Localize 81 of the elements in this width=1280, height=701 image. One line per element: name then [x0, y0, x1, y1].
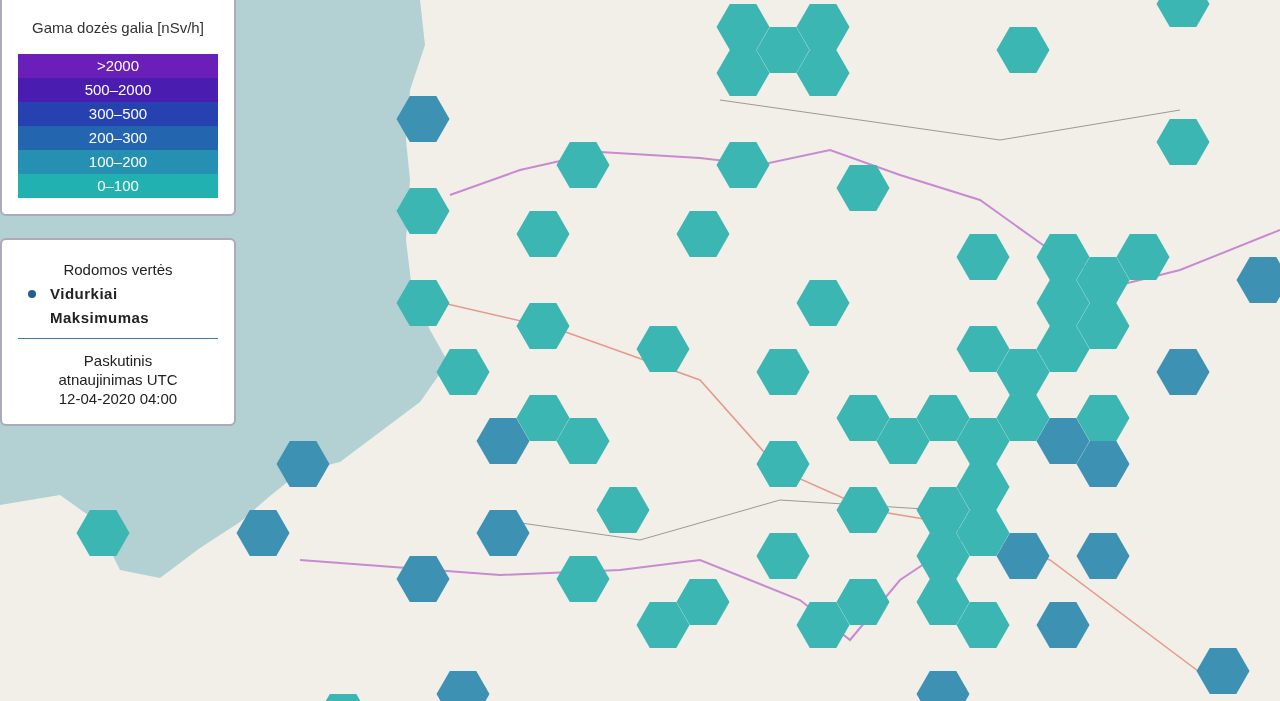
hexagon-marker[interactable]: [396, 280, 450, 326]
hexagon-marker[interactable]: [556, 418, 610, 464]
hexagon-marker[interactable]: [676, 211, 730, 257]
legend-band: 200–300: [18, 126, 218, 150]
hexagon-marker[interactable]: [916, 533, 970, 579]
hexagon-marker[interactable]: [916, 579, 970, 625]
hexagon-marker[interactable]: [996, 395, 1050, 441]
hexagon-marker[interactable]: [836, 165, 890, 211]
hexagon-marker[interactable]: [516, 211, 570, 257]
hexagon-marker[interactable]: [956, 418, 1010, 464]
hexagon-marker[interactable]: [476, 510, 530, 556]
hexagon-marker[interactable]: [396, 188, 450, 234]
hexagon-marker[interactable]: [796, 602, 850, 648]
hexagon-marker[interactable]: [1156, 349, 1210, 395]
hexagon-marker[interactable]: [516, 303, 570, 349]
hexagon-marker[interactable]: [436, 671, 490, 701]
hexagon-marker[interactable]: [1036, 234, 1090, 280]
hexagon-marker[interactable]: [1236, 257, 1280, 303]
hexagon-marker[interactable]: [1036, 602, 1090, 648]
hexagon-marker[interactable]: [276, 441, 330, 487]
hexagon-marker[interactable]: [956, 326, 1010, 372]
hexagon-marker[interactable]: [836, 487, 890, 533]
hexagon-marker[interactable]: [796, 50, 850, 96]
hexagon-marker[interactable]: [956, 234, 1010, 280]
hexagon-marker[interactable]: [476, 418, 530, 464]
hexagon-marker[interactable]: [396, 96, 450, 142]
hexagon-marker[interactable]: [556, 556, 610, 602]
hexagon-marker[interactable]: [636, 326, 690, 372]
hexagon-marker[interactable]: [436, 349, 490, 395]
hexagon-marker[interactable]: [836, 395, 890, 441]
hexagon-marker[interactable]: [756, 533, 810, 579]
legend-band: 0–100: [18, 174, 218, 198]
hexagon-marker[interactable]: [1076, 441, 1130, 487]
hexagon-marker[interactable]: [996, 533, 1050, 579]
hexagon-marker[interactable]: [596, 487, 650, 533]
hexagon-marker[interactable]: [916, 671, 970, 701]
hexagon-marker[interactable]: [1196, 648, 1250, 694]
hexagon-marker[interactable]: [516, 395, 570, 441]
hexagon-marker[interactable]: [956, 602, 1010, 648]
hexagon-marker[interactable]: [236, 510, 290, 556]
hexagon-marker[interactable]: [1076, 533, 1130, 579]
legend-title: Gama dozės galia [nSv/h]: [32, 18, 204, 38]
hexagon-marker[interactable]: [76, 510, 130, 556]
legend-band: 500–2000: [18, 78, 218, 102]
hexagon-marker[interactable]: [916, 487, 970, 533]
hexagon-marker[interactable]: [796, 4, 850, 50]
hexagon-marker[interactable]: [1036, 280, 1090, 326]
legend-band: 100–200: [18, 150, 218, 174]
hexagon-marker[interactable]: [1076, 395, 1130, 441]
hexagon-marker[interactable]: [716, 50, 770, 96]
legend-band: >2000: [18, 54, 218, 78]
hexagon-marker[interactable]: [996, 27, 1050, 73]
value-option[interactable]: Vidurkiai: [50, 282, 118, 306]
hexagon-marker[interactable]: [1116, 234, 1170, 280]
legend-band: 300–500: [18, 102, 218, 126]
hexagon-marker[interactable]: [836, 579, 890, 625]
hexagon-marker[interactable]: [1036, 418, 1090, 464]
hexagon-marker[interactable]: [796, 280, 850, 326]
hexagon-marker[interactable]: [876, 418, 930, 464]
hexagon-marker[interactable]: [716, 4, 770, 50]
hexagon-marker[interactable]: [916, 395, 970, 441]
hexagon-marker[interactable]: [636, 602, 690, 648]
update-time: 12-04-2020 04:00: [57, 389, 179, 408]
hexagon-marker[interactable]: [1156, 119, 1210, 165]
value-option[interactable]: Maksimumas: [50, 306, 150, 330]
panel-title: Rodomos vertės: [62, 260, 174, 280]
hexagon-marker[interactable]: [996, 349, 1050, 395]
hexagon-marker[interactable]: [756, 27, 810, 73]
hexagon-marker[interactable]: [716, 142, 770, 188]
hexagon-marker[interactable]: [956, 510, 1010, 556]
hexagon-marker[interactable]: [1076, 303, 1130, 349]
hexagon-marker[interactable]: [676, 579, 730, 625]
hexagon-marker[interactable]: [556, 142, 610, 188]
hexagon-marker[interactable]: [1156, 0, 1210, 27]
update-label: Paskutinis atnaujinimas UTC: [57, 351, 179, 389]
hexagon-marker[interactable]: [756, 349, 810, 395]
hexagon-marker[interactable]: [1036, 326, 1090, 372]
hexagon-marker[interactable]: [396, 556, 450, 602]
hexagon-marker[interactable]: [1076, 257, 1130, 303]
hexagon-marker[interactable]: [956, 464, 1010, 510]
hexagon-marker[interactable]: [756, 441, 810, 487]
